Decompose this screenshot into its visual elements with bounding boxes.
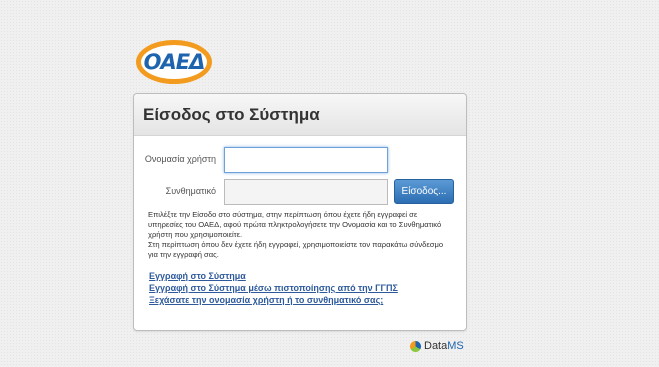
datams-brand-main: Data (424, 340, 448, 352)
page-title: Είσοδος στο Σύστημα (143, 104, 320, 124)
password-input[interactable] (224, 179, 388, 205)
username-label: Ονομασία χρήστη (144, 154, 216, 164)
password-label: Συνθηματικό (165, 186, 216, 196)
help-paragraph-register: Στη περίπτωση όπου δεν έχετε ήδη εγγραφε… (148, 240, 444, 259)
username-input[interactable] (224, 147, 388, 173)
datams-logo-icon (410, 340, 421, 352)
password-row: Συνθηματικό Είσοδος... (134, 179, 466, 205)
oaed-logo: ΟΑΕΔ (136, 40, 212, 84)
login-button[interactable]: Είσοδος... (394, 179, 454, 204)
datams-brand-accent: MS (447, 340, 464, 352)
panel-header: Είσοδος στο Σύστημα (134, 94, 466, 136)
username-row: Ονομασία χρήστη (134, 147, 466, 173)
forgot-credentials-link[interactable]: Ξεχάσατε την ονομασία χρήστη ή το συνθημ… (149, 294, 398, 306)
register-link[interactable]: Εγγραφή στο Σύστημα (149, 270, 398, 282)
help-text: Επιλέξτε την Είσοδο στο σύστημα, στην πε… (148, 210, 453, 260)
logo-text: ΟΑΕΔ (143, 50, 206, 74)
datams-logo: Data MS (410, 337, 464, 355)
help-paragraph-login: Επιλέξτε την Είσοδο στο σύστημα, στην πε… (148, 210, 442, 239)
login-panel: Είσοδος στο Σύστημα Ονομασία χρήστη Συνθ… (133, 93, 467, 331)
links-list: Εγγραφή στο Σύστημα Εγγραφή στο Σύστημα … (149, 270, 398, 306)
register-ggps-link[interactable]: Εγγραφή στο Σύστημα μέσω πιστοποίησης απ… (149, 282, 398, 294)
